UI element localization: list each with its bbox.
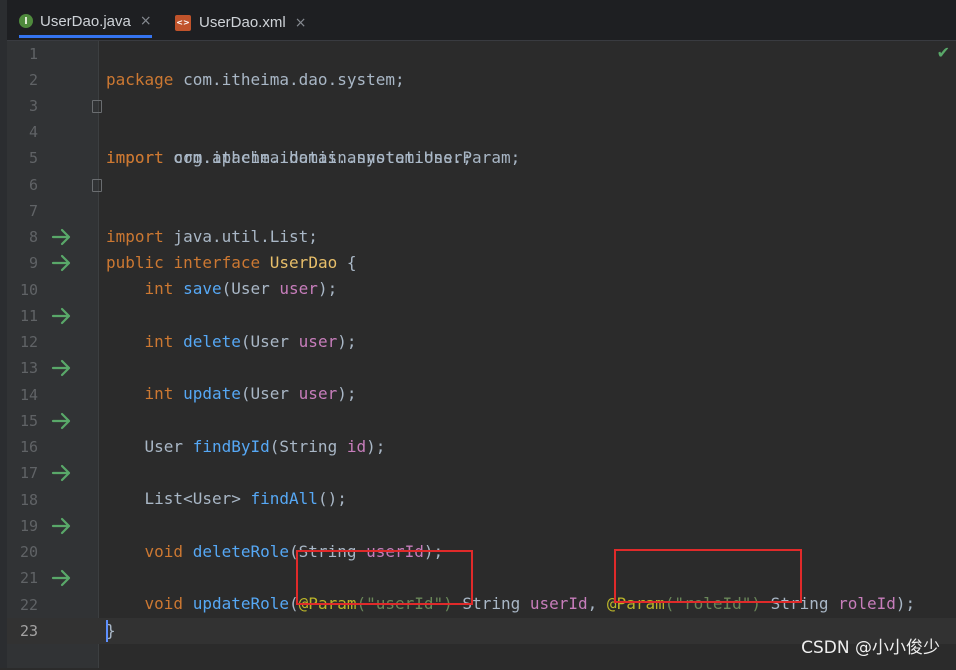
- highlight-box-roleid-param: [614, 549, 802, 603]
- code-line: import java.util.List;: [7, 172, 956, 246]
- code-line: User findById(String id);: [144, 437, 386, 456]
- code-line: List<User> findAll();: [144, 489, 347, 508]
- code-line: int update(User user);: [144, 384, 357, 403]
- code-editor[interactable]: ✔ 1 2 3 4 5 6 7 8 9 10 11 12 13 14 15 16 17 18 19 20 21 22 23 …: [7, 41, 956, 668]
- close-icon[interactable]: ×: [140, 13, 152, 29]
- gutter-row: 7: [7, 198, 956, 224]
- tab-userdao-java[interactable]: I UserDao.java ×: [19, 7, 152, 38]
- code-line: void deleteRole(String userId);: [144, 542, 444, 561]
- code-line: }: [106, 621, 116, 640]
- highlight-box-userid-param: [296, 550, 473, 605]
- fold-icon[interactable]: [92, 100, 102, 113]
- tab-userdao-xml[interactable]: <> UserDao.xml ×: [175, 7, 306, 38]
- tab-label: UserDao.java: [40, 12, 131, 30]
- code-line: void updateRole(@Param("userId") String …: [144, 594, 916, 613]
- editor-tab-bar: I UserDao.java × <> UserDao.xml ×: [7, 0, 956, 41]
- tab-label: UserDao.xml: [199, 14, 286, 31]
- code-line: public interface UserDao {: [106, 253, 357, 272]
- watermark: CSDN @小小俊少: [801, 638, 940, 658]
- code-line: import org.apache.ibatis.annotations.Par…: [106, 148, 521, 167]
- interface-file-icon: I: [19, 14, 33, 28]
- xml-file-icon: <>: [175, 14, 191, 31]
- code-line: package com.itheima.dao.system;: [106, 70, 405, 89]
- code-line: int delete(User user);: [144, 332, 357, 351]
- text-caret: [106, 620, 108, 642]
- code-line: int save(User user);: [144, 279, 338, 298]
- close-icon[interactable]: ×: [295, 15, 307, 31]
- fold-icon[interactable]: [92, 179, 102, 192]
- code-line: import com.itheima.domain.system.User;: [7, 93, 956, 167]
